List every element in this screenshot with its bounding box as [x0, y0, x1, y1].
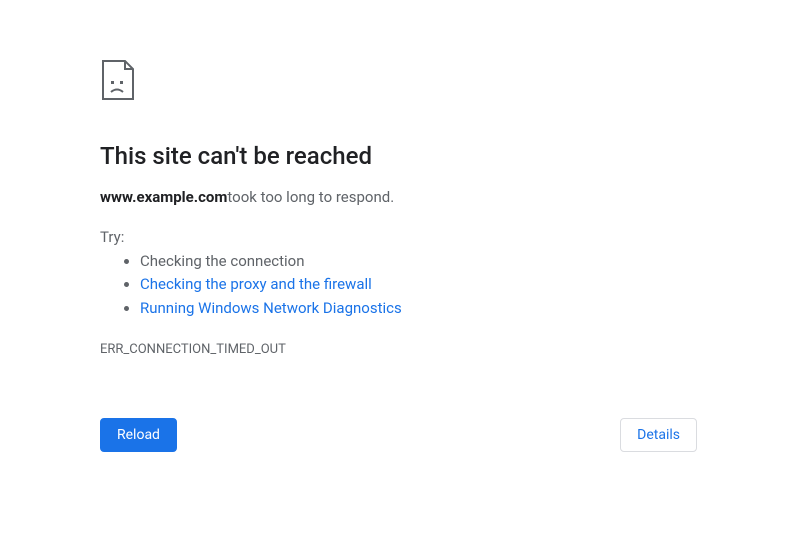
details-button[interactable]: Details [620, 418, 697, 452]
suggestion-link[interactable]: Checking the proxy and the firewall [140, 275, 372, 293]
reload-button[interactable]: Reload [100, 418, 177, 452]
suggestion-item: Checking the proxy and the firewall [140, 273, 620, 296]
try-label: Try: [100, 228, 620, 246]
error-page: This site can't be reached www.example.c… [0, 0, 620, 357]
suggestion-item: Checking the connection [140, 250, 620, 273]
button-row: Reload Details [100, 418, 697, 452]
suggestion-link[interactable]: Running Windows Network Diagnostics [140, 299, 402, 317]
host-name: www.example.com [100, 188, 227, 206]
error-heading: This site can't be reached [100, 142, 620, 170]
summary-message: took too long to respond. [227, 188, 394, 206]
suggestions-list: Checking the connection Checking the prox… [100, 250, 620, 320]
sad-page-icon [100, 60, 620, 104]
error-summary: www.example.comtook too long to respond. [100, 188, 620, 206]
suggestion-item: Running Windows Network Diagnostics [140, 297, 620, 320]
error-code: ERR_CONNECTION_TIMED_OUT [100, 342, 620, 357]
